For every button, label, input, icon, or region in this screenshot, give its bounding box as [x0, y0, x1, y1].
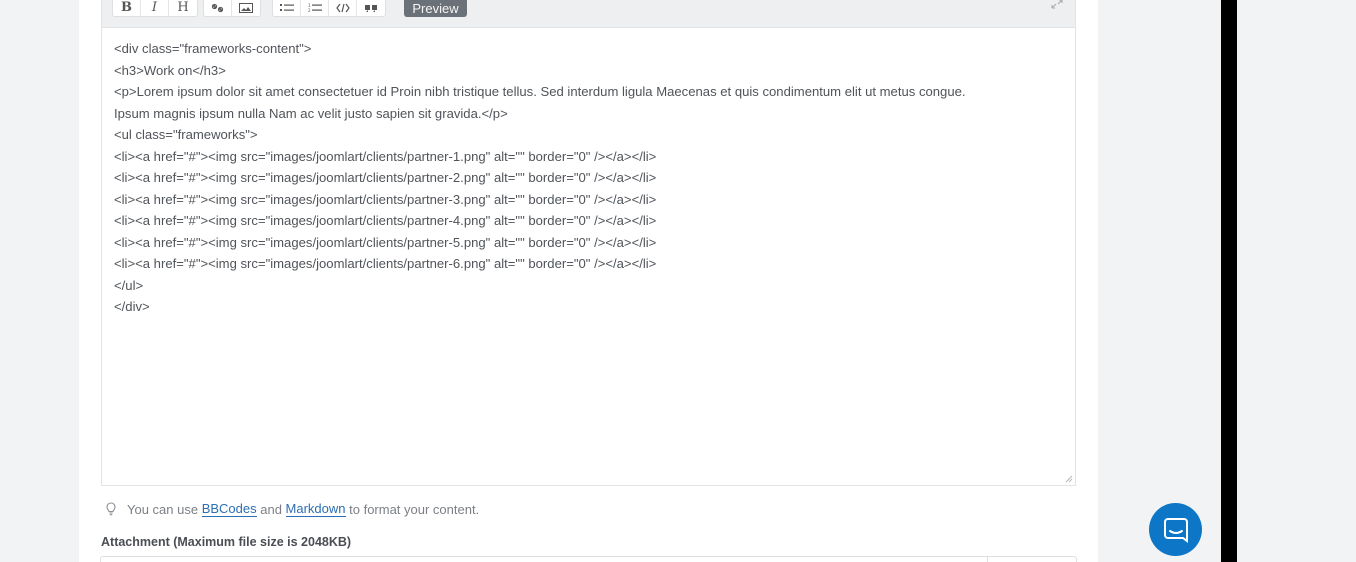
code-line: <div class="frameworks-content"> — [114, 41, 312, 56]
lightbulb-icon — [106, 502, 116, 516]
bbcodes-link[interactable]: BBCodes — [201, 501, 257, 517]
attachment-divider — [987, 557, 988, 562]
code-line: Ipsum magnis ipsum nulla Nam ac velit ju… — [114, 105, 508, 121]
message-editor[interactable]: <div class="frameworks-content"> <h3>Wor… — [101, 28, 1076, 486]
attachment-label: Attachment (Maximum file size is 2048KB) — [101, 535, 352, 549]
bullet-list-button[interactable] — [273, 0, 301, 16]
attachment-field[interactable] — [100, 556, 1077, 562]
resize-handle-icon[interactable] — [1063, 473, 1073, 483]
chat-bubble-icon — [1163, 517, 1188, 543]
format-group: B I H — [112, 0, 198, 17]
link-icon — [211, 3, 224, 12]
quote-icon — [365, 4, 377, 12]
format-hint: You can use BBCodes and Markdown to form… — [106, 500, 479, 518]
code-button[interactable] — [329, 0, 357, 16]
bold-button[interactable]: B — [113, 0, 141, 16]
block-group: 12 — [272, 0, 386, 17]
numbered-list-button[interactable]: 12 — [301, 0, 329, 16]
preview-button[interactable]: Preview — [404, 0, 467, 17]
insert-group — [203, 0, 261, 17]
bullet-list-icon — [279, 3, 294, 11]
code-line: <h3>Work on</h3> — [114, 62, 226, 78]
code-line: <p>Lorem ipsum dolor sit amet consectetu… — [114, 84, 966, 99]
code-line: <li><a href="#"><img src="images/joomlar… — [114, 234, 657, 250]
code-line: <li><a href="#"><img src="images/joomlar… — [114, 170, 657, 185]
link-button[interactable] — [204, 0, 232, 16]
markdown-link[interactable]: Markdown — [285, 501, 346, 517]
heading-button[interactable]: H — [169, 0, 197, 16]
code-line: </ul> — [114, 277, 144, 293]
numbered-list-icon: 12 — [308, 3, 322, 13]
quote-button[interactable] — [357, 0, 385, 16]
window-edge — [1221, 0, 1237, 562]
editor-content[interactable]: <div class="frameworks-content"> <h3>Wor… — [114, 38, 1055, 318]
image-button[interactable] — [232, 0, 260, 16]
hint-middle: and — [256, 501, 286, 517]
editor-toolbar: B I H 12 Preview — [101, 0, 1076, 28]
code-line: <ul class="frameworks"> — [114, 127, 258, 142]
expand-icon[interactable] — [1051, 0, 1063, 9]
italic-button[interactable]: I — [141, 0, 169, 16]
image-icon — [239, 2, 253, 13]
code-icon — [335, 3, 350, 12]
code-line: <li><a href="#"><img src="images/joomlar… — [114, 256, 657, 271]
chat-launcher-button[interactable] — [1149, 503, 1202, 556]
code-line: <li><a href="#"><img src="images/joomlar… — [114, 191, 657, 207]
svg-text:2: 2 — [308, 8, 311, 13]
hint-prefix: You can use — [127, 501, 202, 517]
hint-suffix: to format your content. — [345, 501, 480, 517]
code-line: </div> — [114, 299, 150, 314]
code-line: <li><a href="#"><img src="images/joomlar… — [114, 213, 657, 228]
code-line: <li><a href="#"><img src="images/joomlar… — [114, 148, 657, 164]
